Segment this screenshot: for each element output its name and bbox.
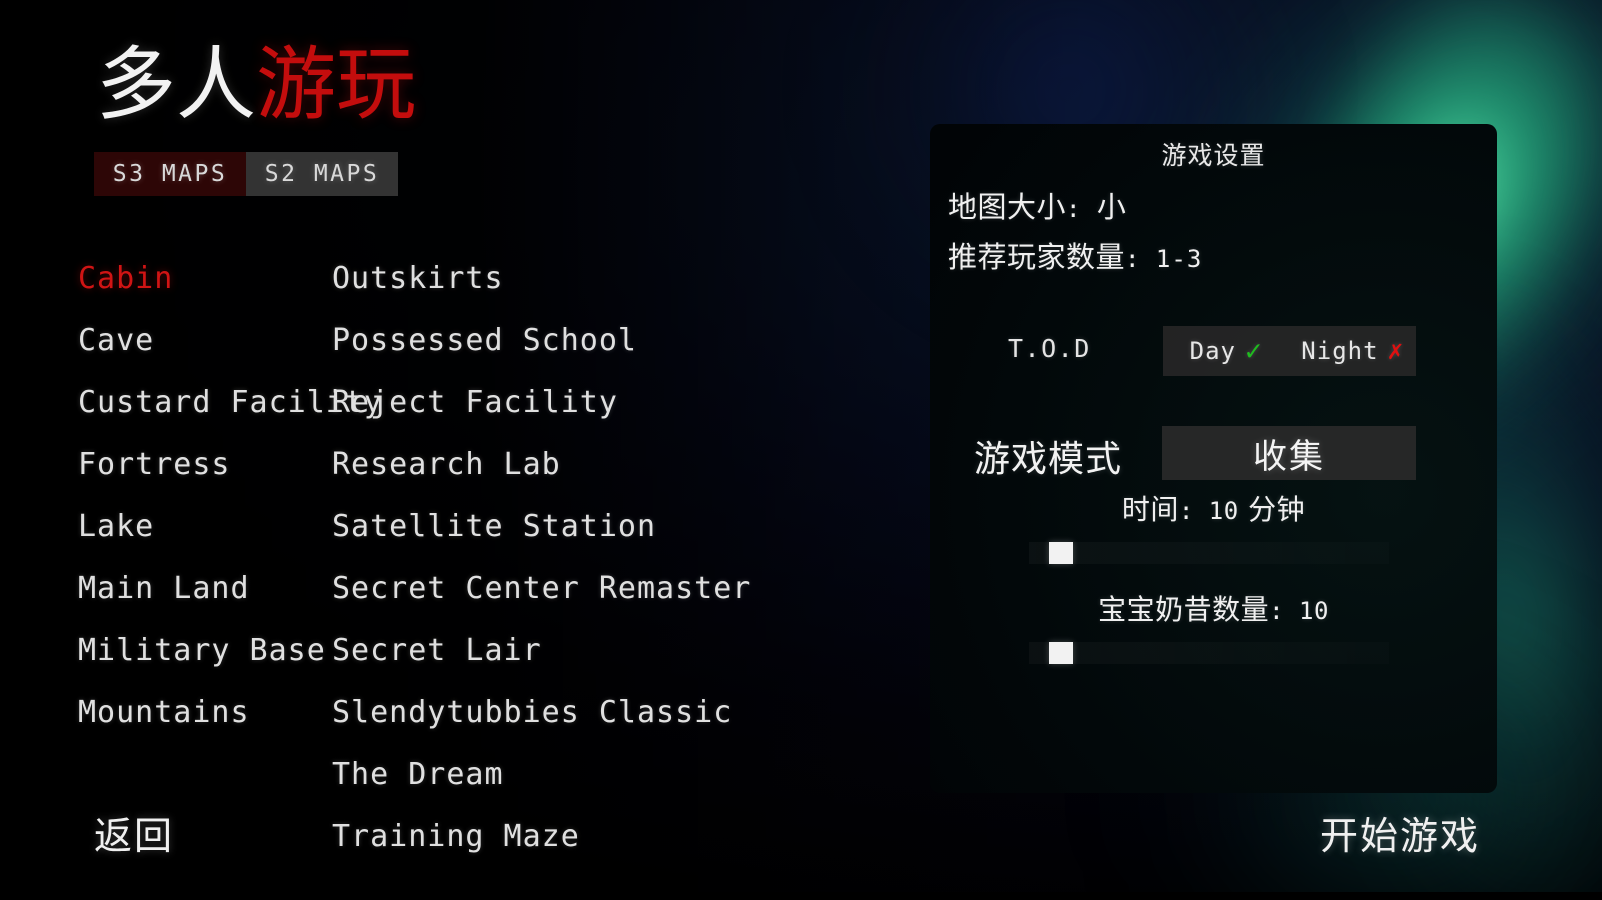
tod-night-label: Night [1301,337,1379,365]
tod-option-night[interactable]: Night ✗ [1290,337,1417,365]
map-column-right: Outskirts Possessed School Reject Facili… [332,248,751,868]
time-slider-track[interactable] [1028,542,1389,564]
title-block: 多人游玩 [96,38,416,132]
map-item-secret-center-remaster[interactable]: Secret Center Remaster [332,558,751,620]
time-of-day-label: T.O.D [1008,334,1091,363]
game-screen: 多人游玩 S3 MAPS S2 MAPS Cabin Cave Custard … [0,0,1602,900]
milkshake-slider-handle[interactable] [1048,642,1073,664]
map-item-slendytubbies-classic[interactable]: Slendytubbies Classic [332,682,751,744]
player-count-label: 推荐玩家数量 [948,240,1126,274]
time-of-day-toggle: Day ✓ Night ✗ [1163,326,1416,376]
check-icon: ✓ [1245,334,1263,367]
time-slider-handle[interactable] [1048,542,1073,564]
bottom-letterbox [0,892,1602,900]
player-count-separator: : [1125,245,1156,273]
tab-s2-maps[interactable]: S2 MAPS [246,152,398,196]
game-mode-row: 游戏模式 收集 [930,426,1497,480]
page-title: 多人游玩 [96,38,416,132]
page-title-red: 游玩 [256,38,416,131]
map-item-reject-facility[interactable]: Reject Facility [332,372,751,434]
map-item-research-lab[interactable]: Research Lab [332,434,751,496]
map-season-tabs: S3 MAPS S2 MAPS [94,152,398,196]
map-size-value: 小 [1096,190,1127,224]
map-item-the-dream[interactable]: The Dream [332,744,751,806]
settings-panel-title: 游戏设置 [1161,141,1266,170]
game-mode-label: 游戏模式 [974,439,1123,480]
time-slider-group: 时间: 10 分钟 [930,488,1497,564]
tod-option-day[interactable]: Day ✓ [1163,334,1290,367]
map-item-secret-lair[interactable]: Secret Lair [332,620,751,682]
player-count-value: 1-3 [1155,245,1203,273]
milkshake-slider-label-prefix: 宝宝奶昔数量 [1098,593,1270,626]
milkshake-slider-group: 宝宝奶昔数量: 10 [930,588,1497,664]
map-item-outskirts[interactable]: Outskirts [332,248,751,310]
tab-s3-maps[interactable]: S3 MAPS [94,152,246,196]
page-title-white: 多人 [96,38,256,131]
time-of-day-row: T.O.D Day ✓ Night ✗ [930,326,1497,376]
time-slider-value: 10 [1208,497,1239,525]
time-slider-label-prefix: 时间 [1121,493,1179,526]
milkshake-slider-separator: : [1269,597,1299,625]
time-slider-label-suffix-space [1239,493,1248,526]
back-button[interactable]: 返回 [94,805,174,860]
milkshake-slider-value: 10 [1299,597,1329,625]
map-item-possessed-school[interactable]: Possessed School [332,310,751,372]
map-item-training-maze[interactable]: Training Maze [332,806,751,868]
start-game-button[interactable]: 开始游戏 [1320,805,1480,860]
time-slider-separator: : [1178,497,1209,525]
game-settings-panel: 游戏设置 地图大小: 小 推荐玩家数量: 1-3 T.O.D Day ✓ Nig… [930,124,1497,793]
cross-icon: ✗ [1387,336,1405,366]
map-item-satellite-station[interactable]: Satellite Station [332,496,751,558]
map-size-separator: : [1066,195,1097,223]
milkshake-slider-label: 宝宝奶昔数量: 10 [930,588,1497,628]
time-slider-label-suffix: 分钟 [1248,493,1306,526]
map-size-info: 地图大小: 小 [948,184,1126,226]
time-slider-label: 时间: 10 分钟 [930,488,1497,528]
milkshake-slider-track[interactable] [1028,642,1389,664]
game-mode-value-button[interactable]: 收集 [1162,426,1416,480]
player-count-info: 推荐玩家数量: 1-3 [948,234,1202,276]
map-size-label: 地图大小 [948,190,1067,224]
tod-day-label: Day [1189,337,1236,365]
